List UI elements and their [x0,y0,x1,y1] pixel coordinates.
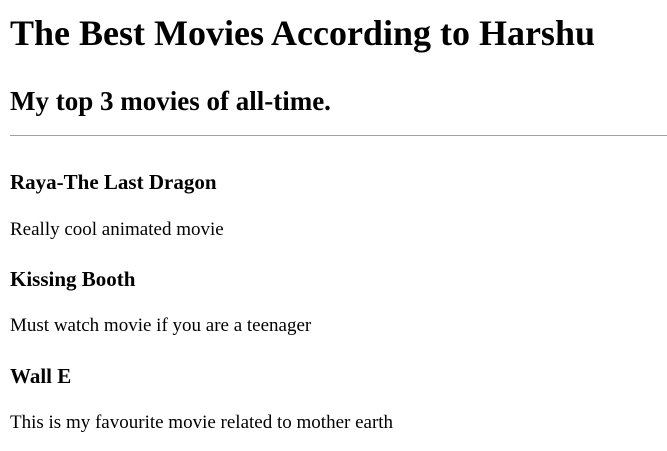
movie-description-3: This is my favourite movie related to mo… [10,412,394,433]
movie-title-2: Kissing Booth [10,267,136,291]
page-title: The Best Movies According to Harshu [10,13,595,53]
movie-title-1: Raya-The Last Dragon [10,170,217,194]
divider [10,135,667,136]
movie-description-2: Must watch movie if you are a teenager [10,315,312,336]
movie-description-1: Really cool animated movie [10,219,224,240]
page-subtitle: My top 3 movies of all-time. [10,86,331,116]
movie-title-3: Wall E [10,364,72,388]
page: The Best Movies According to Harshu My t… [0,0,667,451]
